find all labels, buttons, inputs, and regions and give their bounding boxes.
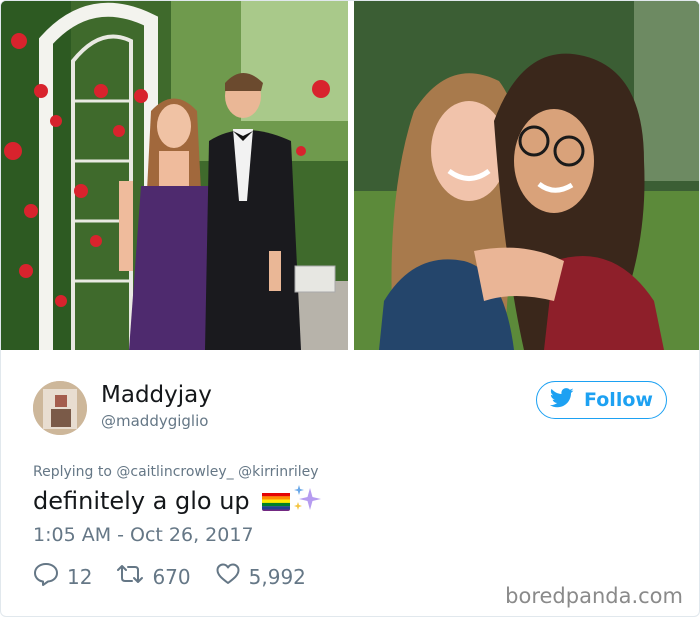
photo-prom-couple[interactable] [1,1,348,350]
tweet-actions: 12 670 5,992 [33,562,330,591]
sparkles-emoji [292,484,324,518]
tweet-text-row: definitely a glo up [33,484,324,518]
heart-icon [215,562,249,591]
like-button[interactable]: 5,992 [215,562,306,591]
retweet-icon [116,563,152,590]
display-name[interactable]: Maddyjay [101,382,212,408]
mention-link[interactable]: @caitlincrowley_ [116,464,233,480]
retweet-button[interactable]: 670 [116,563,191,590]
follow-label: Follow [584,389,653,411]
tweet-text: definitely a glo up [33,487,250,515]
tweet-timestamp[interactable]: 1:05 AM - Oct 26, 2017 [33,524,254,546]
tweet-card: Maddyjay @maddygiglio Follow Replying to… [0,0,700,617]
avatar[interactable] [33,381,87,435]
replying-prefix: Replying to [33,464,112,480]
photo-two-girls[interactable] [354,1,699,350]
watermark: boredpanda.com [505,584,683,608]
reply-button[interactable]: 12 [33,562,92,591]
rainbow-flag-emoji [261,491,290,511]
mention-link[interactable]: @kirrinriley [238,464,318,480]
like-count: 5,992 [248,564,306,589]
user-handle[interactable]: @maddygiglio [101,412,208,430]
follow-button[interactable]: Follow [536,381,667,419]
replying-to: Replying to @caitlincrowley_ @kirrinrile… [33,464,319,480]
twitter-bird-icon [549,387,584,413]
tweet-photos [1,1,699,350]
retweet-count: 670 [152,564,191,589]
reply-bubble-icon [33,562,67,591]
reply-count: 12 [67,564,93,589]
